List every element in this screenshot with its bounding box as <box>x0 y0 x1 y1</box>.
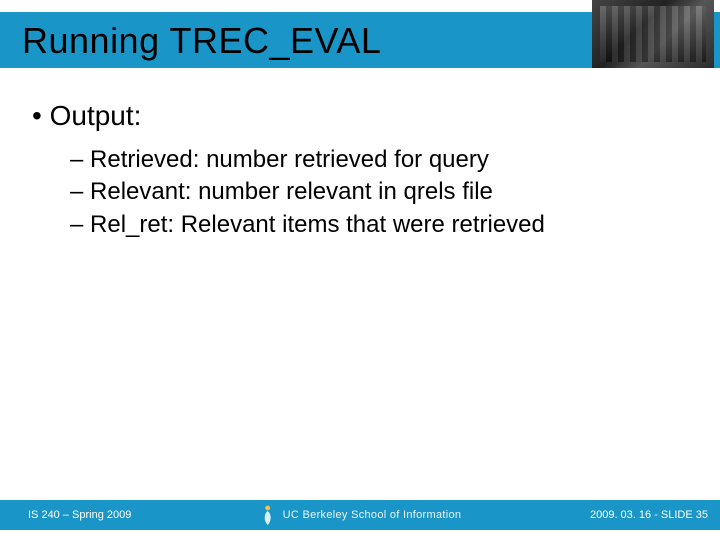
footer-center-text: UC Berkeley School of Information <box>283 509 462 521</box>
bullet-level2: – Rel_ret: Relevant items that were retr… <box>70 209 688 241</box>
footer-bar: IS 240 – Spring 2009 UC Berkeley School … <box>0 500 720 530</box>
slide-title: Running TREC_EVAL <box>22 20 381 62</box>
footer-right-text: 2009. 03. 16 - SLIDE 35 <box>590 509 708 521</box>
bullet-item: Rel_ret: Relevant items that were retrie… <box>90 211 545 238</box>
bullet-level2: – Retrieved: number retrieved for query <box>70 144 688 176</box>
bullet-level1: • Output: <box>32 100 688 132</box>
slide-body: • Output: – Retrieved: number retrieved … <box>32 100 688 241</box>
bullet-item: Retrieved: number retrieved for query <box>90 146 489 173</box>
header-decorative-image <box>592 0 714 68</box>
slide: Running TREC_EVAL • Output: – Retrieved:… <box>0 0 720 540</box>
berkeley-ischool-logo-icon <box>259 504 277 526</box>
footer-center: UC Berkeley School of Information <box>259 504 462 526</box>
footer-left-text: IS 240 – Spring 2009 <box>28 509 131 521</box>
bullet-level2: – Relevant: number relevant in qrels fil… <box>70 176 688 208</box>
bullet-heading: Output: <box>50 100 142 131</box>
bullet-item: Relevant: number relevant in qrels file <box>90 178 493 205</box>
